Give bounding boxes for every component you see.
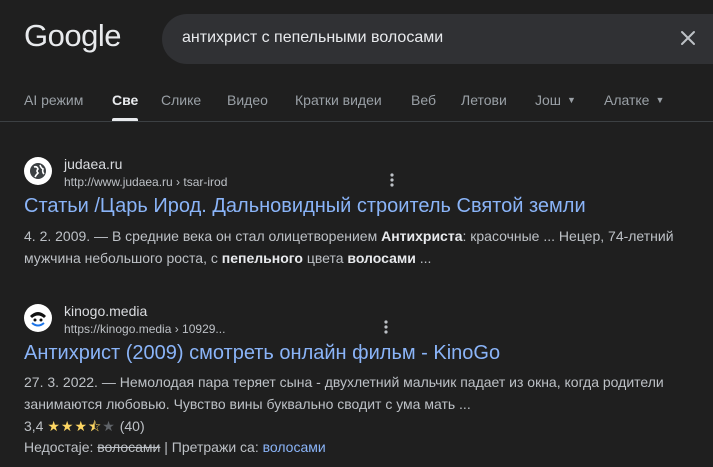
tab-more[interactable]: Још ▼ xyxy=(535,92,576,108)
globe-icon xyxy=(24,157,52,185)
result-site-name: kinogo.media xyxy=(64,303,148,319)
caret-down-icon: ▼ xyxy=(567,95,576,105)
result-site-name: judaea.ru xyxy=(64,156,123,172)
rating-count: (40) xyxy=(119,418,145,434)
result-url[interactable]: https://kinogo.media › 10929... xyxy=(64,322,225,336)
tab-all[interactable]: Све xyxy=(112,92,139,121)
tab-images[interactable]: Слике xyxy=(161,92,201,108)
result-snippet: 4. 2. 2009. — В средние века он стал оли… xyxy=(24,228,674,266)
missing-word: волосами xyxy=(97,439,161,455)
search-input[interactable]: антихрист с пепельными волосами xyxy=(182,29,443,47)
tab-videos[interactable]: Видео xyxy=(227,92,268,108)
tab-web[interactable]: Веб xyxy=(411,92,436,108)
search-with-link[interactable]: волосами xyxy=(263,439,326,455)
result-title-link[interactable]: Антихрист (2009) смотреть онлайн фильм -… xyxy=(24,342,500,365)
result-url[interactable]: http://www.judaea.ru › tsar-irod xyxy=(64,175,227,189)
more-options-icon[interactable] xyxy=(380,319,392,335)
tab-tools[interactable]: Алатке ▼ xyxy=(604,92,664,108)
tab-flights[interactable]: Летови xyxy=(461,92,507,108)
google-logo[interactable]: Google xyxy=(24,18,121,54)
tab-ai-mode[interactable]: AI режим xyxy=(24,92,83,108)
site-favicon-icon xyxy=(24,304,52,332)
missing-terms: Недостаје: волосами | Претражи са: волос… xyxy=(24,439,326,455)
result-rating: 3,4 ★★★⯪★ (40) xyxy=(24,416,145,440)
star-rating-icon: ★★★⯪★ xyxy=(47,418,116,434)
rating-value: 3,4 xyxy=(24,418,44,434)
search-box[interactable]: антихрист с пепельными волосами xyxy=(162,14,713,64)
tab-short-videos[interactable]: Кратки видеи xyxy=(295,92,382,108)
caret-down-icon: ▼ xyxy=(655,95,665,105)
header: Google антихрист с пепельными волосами A… xyxy=(0,0,713,122)
clear-icon[interactable] xyxy=(678,28,698,48)
active-tab-indicator xyxy=(112,118,139,121)
more-options-icon[interactable] xyxy=(386,172,398,188)
result-title-link[interactable]: Статьи /Царь Ирод. Дальновидный строител… xyxy=(24,195,586,218)
result-snippet: 27. 3. 2022. — Немолодая пара теряет сын… xyxy=(24,374,664,412)
